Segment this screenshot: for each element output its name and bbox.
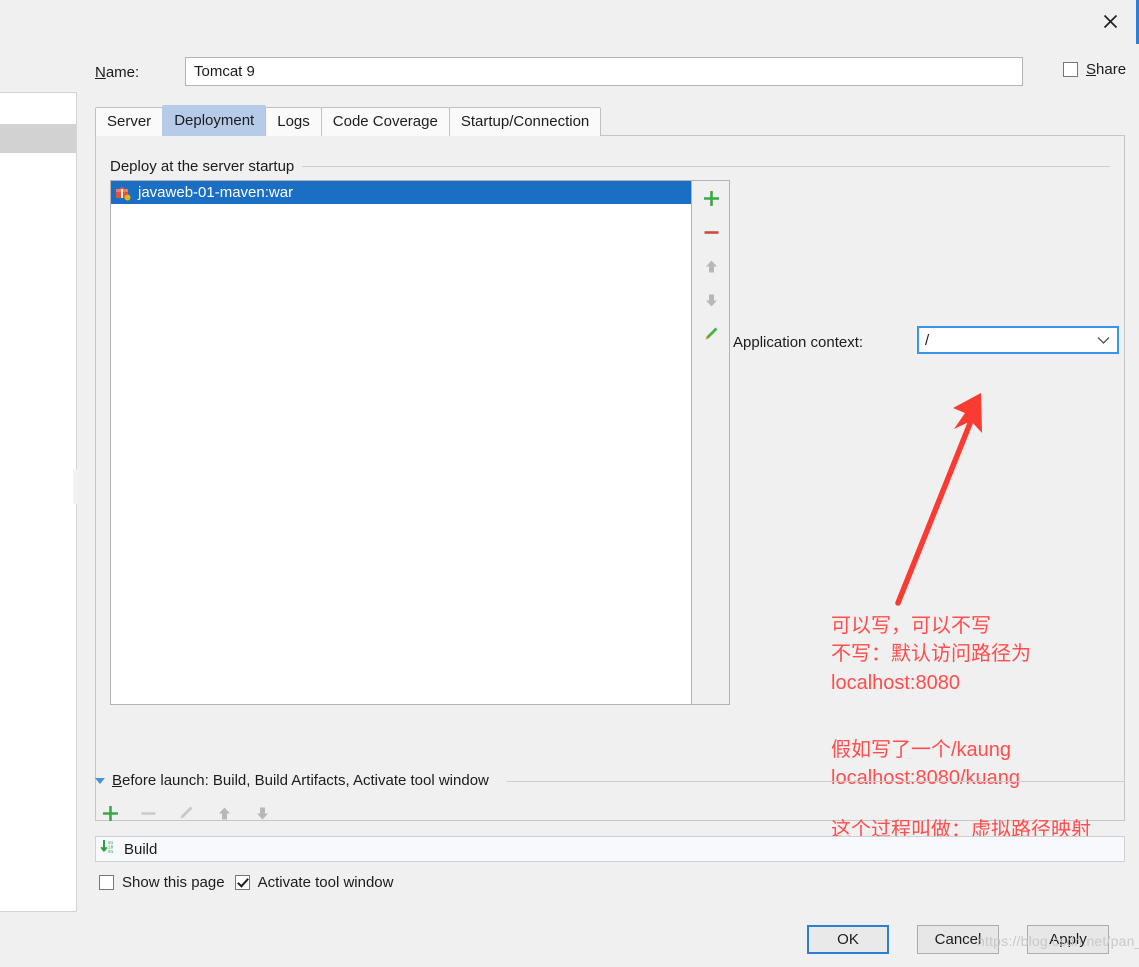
watermark: https://blog.csdn.net/pan_jl1995 <box>977 933 1139 949</box>
activate-tool-window-checkbox-group[interactable]: Activate tool window <box>234 874 394 891</box>
show-this-page-checkbox-group[interactable]: Show this page <box>99 874 225 891</box>
tab-startup-connection[interactable]: Startup/Connection <box>448 107 602 136</box>
remove-task-button[interactable] <box>137 800 159 826</box>
tab-deployment[interactable]: Deployment <box>162 105 267 136</box>
svg-text:01: 01 <box>108 850 114 855</box>
application-context-label: Application context: <box>733 334 864 351</box>
move-down-button[interactable] <box>692 283 730 317</box>
edit-task-button[interactable] <box>175 800 197 826</box>
triangle-down-icon[interactable] <box>95 777 105 784</box>
before-launch-separator <box>507 781 1125 782</box>
before-launch-toolbar <box>99 800 273 826</box>
before-launch-task-label: Build <box>124 840 158 858</box>
annotation-block-1: 可以写，可以不写 不写：默认访问路径为 localhost:8080 <box>831 612 1031 697</box>
artifact-war-icon <box>115 185 131 201</box>
before-launch-label: Before launch: Build, Build Artifacts, A… <box>112 772 489 789</box>
tab-code-coverage[interactable]: Code Coverage <box>320 107 450 136</box>
tab-logs[interactable]: Logs <box>265 107 322 136</box>
ok-button[interactable]: OK <box>807 925 889 954</box>
settings-tab-bar[interactable]: Server Deployment Logs Code Coverage Sta… <box>95 105 602 136</box>
bottom-options-row: Show this page Activate tool window <box>99 874 393 891</box>
add-artifact-button[interactable] <box>692 181 730 215</box>
add-task-button[interactable] <box>99 800 121 826</box>
share-checkbox-group[interactable]: Share <box>1063 61 1126 78</box>
tab-server[interactable]: Server <box>95 107 164 136</box>
annotation-line-3: localhost:8080 <box>831 671 960 694</box>
before-launch-mnemonic: B <box>112 772 123 789</box>
application-context-combobox[interactable]: / <box>917 326 1119 354</box>
annotation-line-5: localhost:8080/kuang <box>831 767 1021 790</box>
table-row[interactable]: javaweb-01-maven:war <box>111 181 691 204</box>
annotation-line-1: 可以写，可以不写 <box>831 615 991 637</box>
deployment-artifacts-list[interactable]: javaweb-01-maven:war <box>110 180 692 705</box>
annotation-line-4: 假如写了一个/kaung <box>831 739 1012 761</box>
move-up-button[interactable] <box>692 249 730 283</box>
share-label-mnemonic: S <box>1086 61 1097 78</box>
build-icon: 01 10 01 <box>100 839 117 860</box>
deployment-tab-panel: Deploy at the server startup javaweb-01-… <box>95 135 1125 841</box>
activate-tool-window-checkbox[interactable] <box>234 875 250 890</box>
deploy-group-separator <box>286 166 1110 167</box>
annotation-line-2: 不写：默认访问路径为 <box>831 643 1031 666</box>
name-label-mnemonic: N <box>95 64 106 81</box>
chevron-down-icon[interactable] <box>1095 332 1111 348</box>
artifact-list-toolbar <box>692 180 730 705</box>
application-context-value: / <box>925 331 930 349</box>
run-debug-configurations-dialog: Name: Share Server Deployment Logs Code … <box>77 0 1139 967</box>
remove-artifact-button[interactable] <box>692 215 730 249</box>
move-task-up-button[interactable] <box>213 800 235 826</box>
name-row: Name: Share <box>95 57 1127 89</box>
run-configurations-list-panel[interactable] <box>0 92 77 912</box>
activate-tool-window-label: Activate tool window <box>257 874 394 891</box>
name-label: Name: <box>95 64 139 81</box>
before-launch-label-rest: efore launch: Build, Build Artifacts, Ac… <box>122 772 489 789</box>
edit-artifact-button[interactable] <box>692 317 730 351</box>
name-label-rest: ame: <box>105 64 140 81</box>
share-label: Share <box>1086 61 1126 78</box>
annotation-block-2: 假如写了一个/kaung localhost:8080/kuang <box>831 736 1020 793</box>
before-launch-task-list[interactable]: 01 10 01 Build <box>95 836 1125 862</box>
show-this-page-checkbox[interactable] <box>99 875 114 890</box>
share-label-rest: hare <box>1096 61 1127 78</box>
run-configuration-selected-row[interactable] <box>0 124 76 153</box>
name-input[interactable] <box>185 57 1023 86</box>
before-launch-header[interactable]: Before launch: Build, Build Artifacts, A… <box>95 772 489 789</box>
show-this-page-label: Show this page <box>122 874 225 891</box>
red-arrow-annotation <box>895 393 982 606</box>
artifact-label: javaweb-01-maven:war <box>138 184 294 201</box>
share-checkbox[interactable] <box>1063 62 1078 77</box>
deploy-group-label: Deploy at the server startup <box>110 158 303 175</box>
move-task-down-button[interactable] <box>251 800 273 826</box>
close-icon[interactable] <box>1093 6 1127 36</box>
